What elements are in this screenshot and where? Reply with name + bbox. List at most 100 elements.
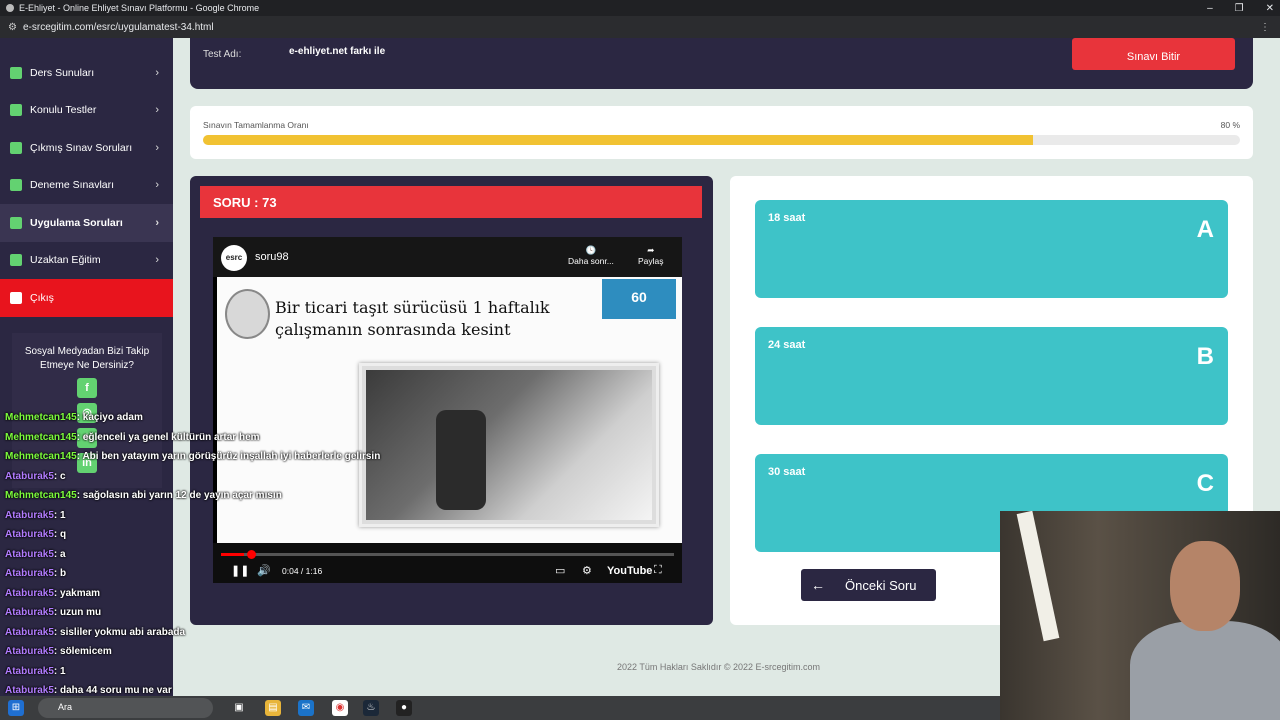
address-bar[interactable]: ⚙ e-srcegitim.com/esrc/uygulamatest-34.h… xyxy=(0,16,1280,38)
chat-text: : sölemicem xyxy=(53,646,112,657)
restore-icon[interactable]: ❐ xyxy=(1235,3,1244,14)
test-info-card: Test Adı: e-ehliyet.net farkı ile Sınavı… xyxy=(190,38,1253,89)
test-icon xyxy=(10,104,22,117)
chat-message: Mehmetcan145: eğlenceli ya genel kültürü… xyxy=(0,432,420,452)
chat-username: Ataburak5 xyxy=(5,587,54,599)
progress-value: 80 % xyxy=(1220,120,1240,130)
choice-a[interactable]: 18 saat A xyxy=(755,200,1228,298)
url-text[interactable]: e-srcegitim.com/esrc/uygulamatest-34.htm… xyxy=(23,22,214,33)
chat-username: Ataburak5 xyxy=(5,548,54,560)
minimize-icon[interactable]: – xyxy=(1207,3,1213,14)
chat-message: Ataburak5: yakmam xyxy=(0,588,420,608)
chat-message: Mehmetcan145: Abi ben yatayım yarın görü… xyxy=(0,451,420,471)
video-question-text: Bir ticari taşıt sürücüsü 1 haftalık çal… xyxy=(275,298,550,339)
share-icon: ➦ xyxy=(647,245,655,255)
chat-text: : Abi ben yatayım yarın görüşürüz inşall… xyxy=(76,451,381,462)
outlook-icon[interactable]: ✉ xyxy=(298,700,314,716)
sidebar-item-cikmis-sorular[interactable]: Çıkmış Sınav Soruları › xyxy=(0,129,173,167)
previous-question-button[interactable]: ← Önceki Soru xyxy=(801,569,936,601)
steam-icon[interactable]: ♨ xyxy=(363,700,379,716)
chat-username: Ataburak5 xyxy=(5,665,54,677)
more-menu-icon[interactable]: ⋮ xyxy=(1260,22,1270,33)
chat-message: Ataburak5: sölemicem xyxy=(0,646,420,666)
obs-icon[interactable]: ● xyxy=(396,700,412,716)
chat-text: : sağolasın abi yarın 12 de yayın açar m… xyxy=(76,490,282,501)
chat-text: : yakmam xyxy=(53,587,101,599)
finish-exam-button[interactable]: Sınavı Bitir xyxy=(1072,38,1235,70)
chat-text: : c xyxy=(53,470,66,482)
chat-username: Mehmetcan145 xyxy=(5,412,77,423)
trial-exam-icon xyxy=(10,179,22,192)
chat-text: : 1 xyxy=(53,509,66,521)
timer-badge: 60 xyxy=(602,279,676,319)
chat-username: Ataburak5 xyxy=(5,646,54,657)
browser-titlebar: E-Ehliyet - Online Ehliyet Sınavı Platfo… xyxy=(0,0,1280,16)
chat-username: Ataburak5 xyxy=(5,685,54,696)
channel-avatar[interactable]: esrc xyxy=(221,245,247,271)
chat-text: : uzun mu xyxy=(53,607,102,618)
chevron-right-icon: › xyxy=(155,254,159,267)
chat-username: Mehmetcan145 xyxy=(5,451,77,462)
chat-text: : b xyxy=(53,568,67,579)
chat-text: : kaçiyo adam xyxy=(76,412,143,423)
taskbar-search[interactable]: Ara xyxy=(38,698,213,718)
social-text: Sosyal Medyadan Bizi Takip Etmeye Ne Der… xyxy=(24,346,150,371)
chat-username: Ataburak5 xyxy=(5,509,54,521)
chat-username: Mehmetcan145 xyxy=(5,431,77,443)
slides-icon xyxy=(10,66,22,79)
chat-message: Ataburak5: b xyxy=(0,568,420,588)
chat-text: : 1 xyxy=(53,665,66,677)
settings-icon[interactable]: ⚙ xyxy=(582,564,592,577)
chat-message: Ataburak5: uzun mu xyxy=(0,607,420,627)
chevron-right-icon: › xyxy=(155,104,159,117)
remote-education-icon xyxy=(10,254,22,267)
site-info-icon[interactable]: ⚙ xyxy=(8,22,17,33)
subtitles-icon[interactable]: ▭ xyxy=(555,564,565,577)
file-explorer-icon[interactable]: ▤ xyxy=(265,700,281,716)
share-button[interactable]: ➦ Paylaş xyxy=(638,245,664,266)
chevron-right-icon: › xyxy=(155,141,159,154)
chat-text: : q xyxy=(53,529,67,540)
chevron-right-icon: › xyxy=(155,179,159,192)
chat-text: : daha 44 soru mu ne var xyxy=(53,685,172,696)
chat-username: Ataburak5 xyxy=(5,529,54,540)
chat-username: Ataburak5 xyxy=(5,568,54,579)
progress-bar xyxy=(203,135,1240,145)
clock-icon: 🕓 xyxy=(585,245,597,255)
chat-message: Ataburak5: sisliler yokmu abi arabada xyxy=(0,627,420,647)
chat-username: Ataburak5 xyxy=(5,626,54,638)
channel-name[interactable]: soru98 xyxy=(255,251,289,263)
progress-label: Sınavın Tamamlanma Oranı xyxy=(203,120,309,130)
test-name-label: Test Adı: xyxy=(203,49,242,60)
choice-b[interactable]: 24 saat B xyxy=(755,327,1228,425)
chat-message: Ataburak5: 1 xyxy=(0,666,420,686)
logout-icon xyxy=(10,291,22,304)
sidebar-item-uygulama-sorulari[interactable]: Uygulama Soruları › xyxy=(0,204,173,242)
start-icon[interactable]: ⊞ xyxy=(8,700,24,716)
sidebar-item-ders-sunulari[interactable]: Ders Sunuları › xyxy=(0,54,173,92)
youtube-logo[interactable]: YouTube xyxy=(607,565,652,577)
chat-message: Ataburak5: a xyxy=(0,549,420,569)
chrome-taskbar-icon[interactable]: ◉ xyxy=(332,700,348,716)
chat-username: Ataburak5 xyxy=(5,607,54,618)
close-icon[interactable]: ✕ xyxy=(1266,3,1274,14)
sidebar-item-cikis[interactable]: Çıkış xyxy=(0,279,173,317)
exam-icon xyxy=(10,141,22,154)
watch-later-button[interactable]: 🕓 Daha sonr... xyxy=(568,245,614,266)
chat-message: Ataburak5: q xyxy=(0,529,420,549)
webcam-overlay xyxy=(1000,511,1280,720)
chat-message: Ataburak5: c xyxy=(0,471,420,491)
taskbar: ⊞ Ara ▣ ▤ ✉ ◉ ♨ ● xyxy=(0,696,1000,720)
chrome-icon xyxy=(6,4,14,12)
sidebar-item-deneme-sinavlari[interactable]: Deneme Sınavları › xyxy=(0,167,173,205)
chat-text: : a xyxy=(53,548,66,560)
stream-chat-overlay: Mehmetcan145: kaçiyo adam Mehmetcan145: e… xyxy=(0,412,420,720)
chat-message: Ataburak5: 1 xyxy=(0,510,420,530)
sidebar-item-konulu-testler[interactable]: Konulu Testler › xyxy=(0,92,173,130)
fullscreen-icon[interactable]: ⛶ xyxy=(654,564,662,577)
test-name-value: e-ehliyet.net farkı ile xyxy=(289,46,386,57)
facebook-icon[interactable]: f xyxy=(77,378,97,398)
chat-message: Mehmetcan145: sağolasın abi yarın 12 de … xyxy=(0,490,420,510)
task-view-icon[interactable]: ▣ xyxy=(231,700,247,716)
sidebar-item-uzaktan-egitim[interactable]: Uzaktan Eğitim › xyxy=(0,242,173,280)
